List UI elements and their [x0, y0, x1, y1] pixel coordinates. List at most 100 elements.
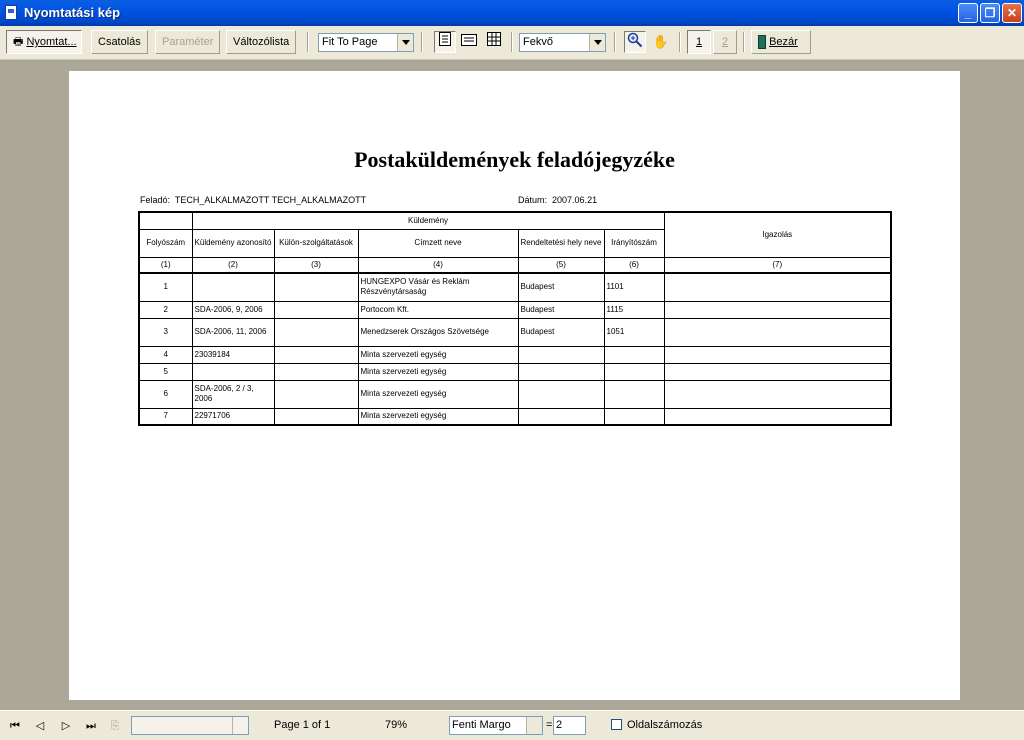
cell-destination [517, 407, 605, 426]
minimize-button[interactable]: _ [958, 3, 978, 23]
cell-destination [517, 345, 605, 364]
cell-recipient: Minta szervezeti egység [357, 407, 519, 426]
cell-recipient: Minta szervezeti egység [357, 345, 519, 364]
previous-page-icon[interactable]: ◁ [31, 717, 49, 735]
go-to-page-icon[interactable]: ⎘ [106, 717, 124, 735]
app-icon[interactable] [5, 5, 17, 20]
print-button[interactable]: 🖶 Nyomtat... [6, 30, 82, 54]
magnifier-icon [627, 32, 643, 48]
cell-recipient: Minta szervezeti egység [357, 362, 519, 381]
variable-list-button[interactable]: Változólista [226, 30, 297, 54]
table-row: 3 SDA-2006, 11, 2006 Menedzserek Országo… [138, 317, 892, 347]
date-value: 2007.06.21 [552, 195, 598, 205]
cell-services [273, 300, 359, 319]
toolbar-separator [679, 32, 681, 52]
cell-destination: Budapest [517, 317, 605, 347]
page-width-icon [461, 34, 477, 46]
cell-zip: 1051 [603, 317, 665, 347]
column-number: (1) [138, 256, 193, 274]
group-header: Küldemény [191, 211, 665, 230]
title-bar: Nyomtatási kép _ ❐ ✕ [0, 0, 1024, 26]
attach-button[interactable]: Csatolás [91, 30, 148, 54]
cell-serial: 3 [138, 317, 193, 347]
cell-id: 22971706 [191, 407, 275, 426]
date-label: Dátum: [518, 195, 548, 205]
page-2-button[interactable]: 2 [713, 30, 737, 54]
table-row: 2 SDA-2006, 9, 2006 Portocom Kft. Budape… [138, 300, 892, 319]
close-window-button[interactable]: ✕ [1002, 3, 1022, 23]
cell-services [273, 272, 359, 302]
sender-line: Feladó: TECH_ALKALMAZOTT TECH_ALKALMAZOT… [140, 195, 366, 205]
single-page-view-button[interactable] [434, 31, 456, 53]
multi-page-view-button[interactable] [483, 31, 505, 53]
close-button[interactable]: Bezár [751, 30, 811, 54]
table-row: 5 Minta szervezeti egység [138, 362, 892, 381]
hand-pan-button[interactable]: ✋ [650, 31, 672, 53]
report-table: Küldemény Igazolás Folyószám Küldemény a… [138, 211, 893, 426]
cell-confirmation [663, 407, 892, 426]
table-row: 4 23039184 Minta szervezeti egység [138, 345, 892, 364]
cell-zip [603, 362, 665, 381]
table-row: 6 SDA-2006, 2 / 3, 2006 Minta szervezeti… [138, 379, 892, 409]
cell-serial: 5 [138, 362, 193, 381]
cell-serial: 1 [138, 272, 193, 302]
cell-confirmation [663, 300, 892, 319]
page-1-button[interactable]: 1 [687, 30, 711, 54]
page-select[interactable] [131, 716, 249, 735]
status-bar: ⏮ ◁ ▷ ⏭ ⎘ Page 1 of 1 79% Fenti Margo = … [0, 710, 1024, 740]
first-page-icon[interactable]: ⏮ [6, 717, 24, 735]
margin-select[interactable]: Fenti Margo [449, 716, 543, 735]
cell-confirmation [663, 345, 892, 364]
last-page-icon[interactable]: ⏭ [82, 717, 100, 735]
cell-id [191, 272, 275, 302]
cell-destination [517, 379, 605, 409]
cell-zip: 1101 [603, 272, 665, 302]
orientation-value: Fekvő [523, 36, 553, 48]
parameter-button[interactable]: Paraméter [155, 30, 221, 54]
column-number: (3) [273, 256, 359, 274]
margin-select-value: Fenti Margo [452, 719, 511, 731]
zoom-button[interactable] [624, 31, 646, 53]
chevron-down-icon[interactable] [589, 34, 605, 51]
printer-icon: 🖶 [13, 36, 24, 48]
cell-confirmation [663, 362, 892, 381]
cell-services [273, 362, 359, 381]
page-2-label: 2 [721, 36, 729, 48]
toolbar-separator [511, 32, 513, 52]
hand-icon: ✋ [652, 34, 670, 49]
zoom-mode-select[interactable]: Fit To Page [318, 33, 414, 52]
header-cell: Igazolás [663, 211, 892, 258]
page-width-view-button[interactable] [458, 31, 480, 53]
cell-recipient: Minta szervezeti egység [357, 379, 519, 409]
header-cell: Irányítószám [603, 228, 665, 258]
table-row: 7 22971706 Minta szervezeti egység [138, 407, 892, 426]
margin-value-input[interactable]: 2 [553, 716, 586, 735]
toolbar-separator [307, 32, 309, 52]
chevron-down-icon[interactable] [232, 717, 248, 734]
cell-zip [603, 345, 665, 364]
date-line: Dátum: 2007.06.21 [518, 195, 597, 205]
cell-serial: 6 [138, 379, 193, 409]
door-icon [758, 35, 766, 50]
orientation-select[interactable]: Fekvő [519, 33, 606, 52]
toolbar-separator [421, 32, 423, 52]
cell-zip: 1115 [603, 300, 665, 319]
next-page-icon[interactable]: ▷ [57, 717, 75, 735]
cell-serial: 2 [138, 300, 193, 319]
table-row: 1 HUNGEXPO Vásár és Reklám Részvénytársa… [138, 272, 892, 302]
column-number: (4) [357, 256, 519, 274]
cell-id: SDA-2006, 11, 2006 [191, 317, 275, 347]
cell-destination [517, 362, 605, 381]
column-number: (7) [663, 256, 892, 274]
preview-area[interactable]: Postaküldemények feladójegyzéke Feladó: … [0, 60, 1024, 710]
cell-zip [603, 407, 665, 426]
page-numbering-checkbox[interactable] [611, 719, 622, 730]
restore-button[interactable]: ❐ [980, 3, 1000, 23]
report-title: Postaküldemények feladójegyzéke [354, 147, 675, 172]
cell-confirmation [663, 379, 892, 409]
chevron-down-icon[interactable] [397, 34, 413, 51]
chevron-down-icon[interactable] [526, 717, 542, 734]
cell-serial: 7 [138, 407, 193, 426]
margin-value: 2 [556, 719, 563, 731]
cell-services [273, 345, 359, 364]
